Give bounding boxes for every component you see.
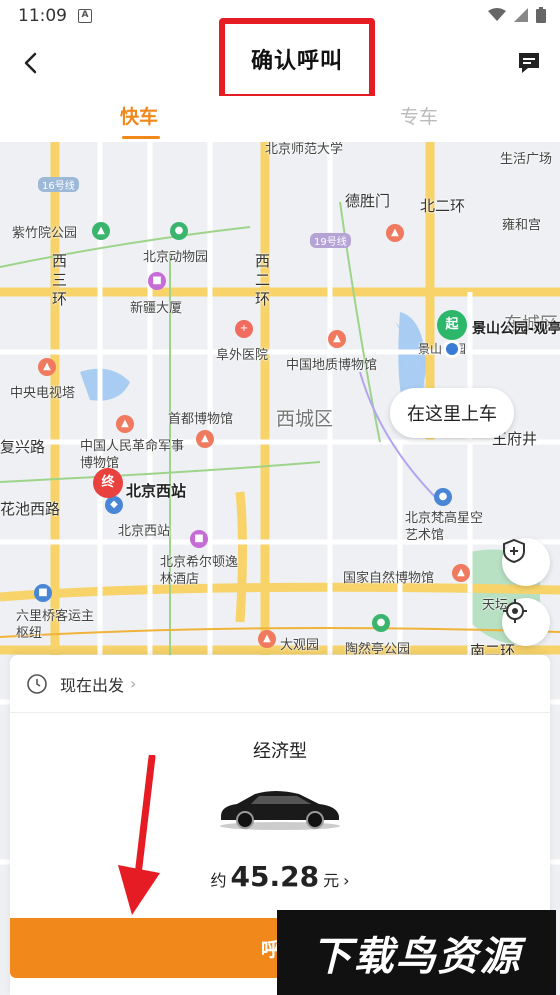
wifi-icon — [488, 8, 506, 21]
shield-icon — [503, 538, 525, 564]
map-label: 国家自然博物馆 — [343, 571, 435, 586]
train-station-icon: ◆ — [105, 496, 123, 514]
watermark-text: 下载鸟资源 — [311, 933, 522, 980]
tower-icon: ▲ — [38, 358, 56, 376]
museum-icon: ▲ — [328, 330, 346, 348]
hospital-icon: + — [235, 320, 253, 338]
gallery-icon: ● — [434, 488, 452, 506]
tab-kuaiche[interactable]: 快车 — [120, 102, 158, 129]
tab-zhuanche[interactable]: 专车 — [400, 102, 438, 129]
pickup-bubble[interactable]: 在这里上车 — [390, 388, 514, 438]
departure-time-label: 现在出发 — [60, 675, 125, 695]
active-tab-indicator — [122, 136, 160, 139]
notification-icon: A — [78, 9, 92, 23]
map-label: 大观园 — [280, 638, 320, 653]
map-label: 西三环 — [52, 252, 68, 308]
price-value: 45.28 — [230, 860, 320, 893]
park-icon: ● — [372, 614, 390, 632]
crosshair-icon — [503, 599, 527, 623]
map-label: 北京师范大学 — [265, 142, 344, 157]
price-prefix: 约 — [210, 871, 227, 890]
bus-station-icon: ■ — [34, 584, 52, 602]
page-title: 确认呼叫 — [250, 49, 343, 74]
park-icon: ▲ — [258, 630, 276, 648]
status-time: 11:09 — [18, 6, 67, 26]
watermark-logo: 下载鸟资源 — [277, 910, 556, 995]
map-label: 新疆大厦 — [130, 301, 183, 316]
museum-icon: ▲ — [116, 415, 134, 433]
back-arrow-icon[interactable] — [14, 46, 48, 80]
annotation-arrow — [118, 755, 160, 915]
battery-icon — [536, 7, 546, 23]
map-label: 北京希尔顿逸林酒店 — [160, 555, 239, 587]
end-pin[interactable]: 终 — [93, 468, 123, 498]
safety-button[interactable] — [502, 538, 550, 586]
hotel-icon: ■ — [148, 272, 166, 290]
signal-icon — [514, 8, 528, 22]
zoo-icon: ● — [170, 222, 188, 240]
chevron-right-icon: › — [343, 871, 350, 890]
map-label: 中国人民革命军事博物馆 — [80, 439, 185, 471]
map-label: 德胜门 — [345, 192, 391, 210]
map-label: 六里桥客运主枢纽 — [16, 609, 95, 641]
map-label: 北二环 — [420, 197, 466, 215]
clock-icon — [27, 673, 47, 694]
map-label: 中国地质博物馆 — [286, 358, 378, 373]
map-label: 首都博物馆 — [168, 412, 234, 427]
chevron-right-icon: › — [130, 674, 137, 693]
park-icon: ▲ — [92, 222, 110, 240]
map-label: 北京动物园 — [143, 250, 209, 265]
map-label: 紫竹院公园 — [12, 226, 78, 241]
map-label: 花池西路 — [0, 500, 61, 518]
map-label: 北京西站 — [118, 524, 171, 539]
map-label: 雍和宫 — [502, 218, 542, 233]
map-label: 中央电视塔 — [10, 386, 76, 401]
map-label: 阜外医院 — [216, 348, 269, 363]
price-unit: 元 — [323, 871, 340, 890]
museum-icon: ▲ — [386, 224, 404, 242]
car-type-label: 经济型 — [253, 741, 307, 762]
hotel-icon: ■ — [190, 530, 208, 548]
locate-button[interactable] — [502, 598, 550, 646]
map-label: 复兴路 — [0, 438, 46, 456]
navigation-bar: 确认呼叫 — [0, 18, 560, 100]
museum-icon: ▲ — [196, 430, 214, 448]
map-label: 19号线 — [310, 233, 351, 248]
map-label: 16号线 — [38, 177, 79, 192]
message-icon[interactable] — [514, 48, 544, 78]
current-location-dot — [443, 340, 461, 358]
departure-time-selector[interactable]: 现在出发 › — [10, 655, 550, 713]
start-pin[interactable]: 起 — [437, 310, 467, 340]
museum-icon: ▲ — [452, 564, 470, 582]
system-icons — [488, 7, 546, 23]
map-label: 西二环 — [255, 252, 271, 308]
map-label: 生活广场 — [500, 152, 553, 167]
start-location-name: 景山公园-观亭 — [472, 321, 560, 337]
car-image — [220, 791, 340, 830]
title-highlight-box: 确认呼叫 — [219, 18, 375, 100]
price-estimate[interactable]: 约 45.28 元 › — [10, 860, 550, 893]
map-label: 北京梵高星空艺术馆 — [405, 511, 484, 543]
end-location-name: 北京西站 — [126, 482, 187, 500]
map-label: 西城区 — [276, 408, 334, 430]
service-tabs: 快车 专车 — [0, 96, 560, 142]
